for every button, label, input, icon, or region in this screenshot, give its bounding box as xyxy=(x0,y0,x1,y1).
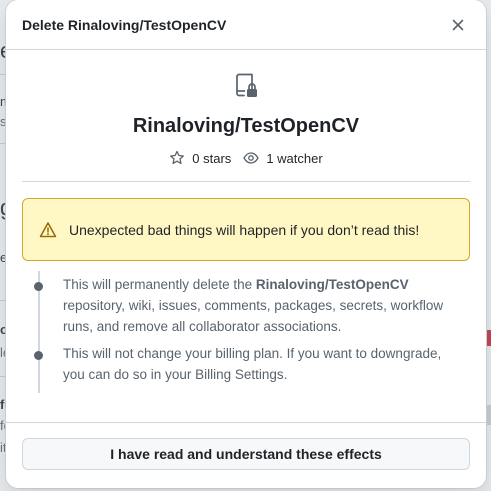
stars-stat: 0 stars xyxy=(169,150,231,166)
dialog-title: Delete Rinaloving/TestOpenCV xyxy=(22,16,227,33)
timeline-dot xyxy=(34,351,43,360)
stars-count: 0 stars xyxy=(192,150,232,166)
effects-timeline: This will permanently delete the Rinalov… xyxy=(22,271,470,393)
effect-repo-name: Rinaloving/TestOpenCV xyxy=(255,277,409,292)
effect-item: This will not change your billing plan. … xyxy=(34,340,456,385)
confirm-effects-button[interactable]: I have read and understand these effects xyxy=(22,438,470,470)
effect-item: This will permanently delete the Rinalov… xyxy=(34,271,456,337)
eye-icon xyxy=(243,152,260,164)
repo-locked-icon xyxy=(236,73,257,97)
x-icon xyxy=(452,19,464,30)
warning-text: Unexpected bad things will happen if you… xyxy=(69,221,420,238)
delete-repository-dialog: Delete Rinaloving/TestOpenCV Rinaloving/… xyxy=(6,0,486,488)
watchers-count: 1 watcher xyxy=(266,150,323,166)
dialog-footer: I have read and understand these effects xyxy=(6,422,486,488)
alert-triangle-icon xyxy=(39,221,57,237)
close-button[interactable] xyxy=(446,13,470,37)
repo-name: Rinaloving/TestOpenCV xyxy=(132,115,360,137)
effect-text: This will not change your billing plan. … xyxy=(63,346,442,382)
repo-stats: 0 stars 1 watcher xyxy=(6,150,486,166)
timeline-dot xyxy=(34,282,43,291)
effect-text: This will permanently delete the xyxy=(63,277,256,292)
star-icon xyxy=(170,150,185,165)
effect-text: repository, wiki, issues, comments, pack… xyxy=(63,298,444,334)
watchers-stat: 1 watcher xyxy=(243,150,323,166)
divider xyxy=(22,181,470,182)
warning-flash: Unexpected bad things will happen if you… xyxy=(22,198,470,261)
dialog-header: Delete Rinaloving/TestOpenCV xyxy=(6,0,486,50)
repo-summary: Rinaloving/TestOpenCV 0 stars 1 watcher xyxy=(6,50,486,182)
